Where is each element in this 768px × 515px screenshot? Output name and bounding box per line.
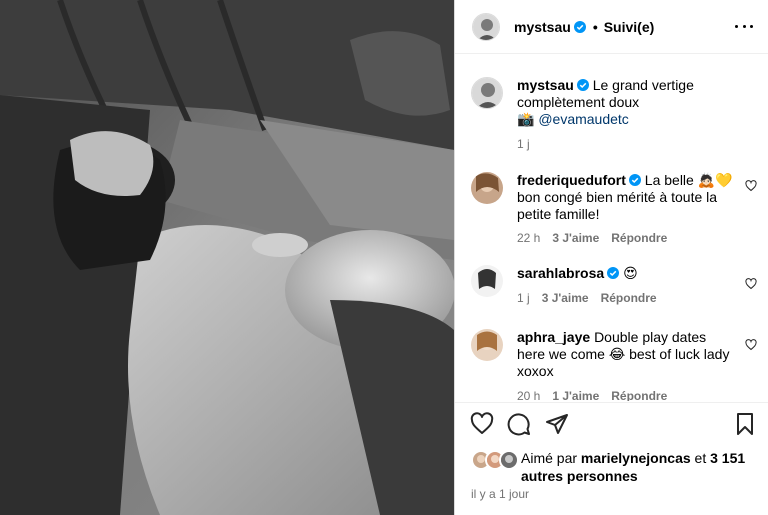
camera-emoji: 📸: [517, 111, 535, 127]
comments-list[interactable]: mystsau Le grand vertige complètement do…: [455, 55, 768, 401]
caption-username[interactable]: mystsau: [517, 77, 574, 93]
caption-text: complètement doux: [517, 94, 640, 110]
comment-heart-icon[interactable]: [745, 339, 757, 351]
post-photo-image: [0, 0, 454, 515]
caption-text: Le grand vertige: [592, 77, 694, 93]
author-username[interactable]: mystsau: [514, 19, 571, 35]
likes-summary: Aimé par marielynejoncas et 3 151 autres…: [471, 449, 761, 485]
verified-badge-icon: [573, 20, 586, 33]
verified-badge-icon: [628, 174, 641, 186]
reply-button[interactable]: Répondre: [601, 291, 657, 305]
reply-button[interactable]: Répondre: [611, 389, 667, 401]
likes-prefix: Aimé par: [521, 450, 578, 466]
liker-username[interactable]: marielynejoncas: [581, 450, 691, 466]
verified-badge-icon: [607, 267, 620, 279]
comment-time[interactable]: 22 h: [517, 231, 540, 245]
author-avatar[interactable]: [471, 77, 503, 109]
commenter-avatar[interactable]: [471, 265, 503, 297]
post-sidebar: mystsau • Suivi(e) mystsau Le grand vert…: [454, 0, 768, 515]
caption-time[interactable]: 1 j: [517, 137, 530, 151]
comment-likes[interactable]: 3 J'aime: [542, 291, 589, 305]
action-bar: [455, 402, 768, 442]
commenter-username[interactable]: aphra_jaye: [517, 329, 590, 345]
reply-button[interactable]: Répondre: [611, 231, 667, 245]
commenter-username[interactable]: frederiquedufort: [517, 172, 626, 188]
author-avatar[interactable]: [472, 12, 500, 41]
liker-avatars[interactable]: [471, 450, 521, 470]
post-header: mystsau • Suivi(e): [455, 0, 768, 54]
comment-heart-icon[interactable]: [745, 278, 757, 290]
post-photo[interactable]: [0, 0, 454, 515]
comment-heart-icon[interactable]: [745, 180, 757, 192]
post-timestamp[interactable]: il y a 1 jour: [471, 487, 529, 501]
comment-text: 😍: [623, 265, 638, 281]
commenter-avatar[interactable]: [471, 329, 503, 361]
commenter-avatar[interactable]: [471, 172, 503, 204]
commenter-username[interactable]: sarahlabrosa: [517, 265, 604, 281]
mention-link[interactable]: @evamaudetc: [538, 111, 628, 127]
liker-avatar: [499, 450, 519, 470]
comment-likes[interactable]: 1 J'aime: [552, 389, 599, 401]
likes-connector: et: [694, 450, 707, 466]
verified-badge-icon: [576, 79, 589, 91]
follow-status-button[interactable]: Suivi(e): [604, 19, 655, 35]
heart-outline-icon[interactable]: [470, 412, 494, 436]
separator-dot: •: [592, 18, 598, 35]
paper-plane-icon[interactable]: [545, 412, 569, 436]
comment-time[interactable]: 20 h: [517, 389, 540, 401]
comment-bubble-icon[interactable]: [507, 412, 531, 436]
more-dots-icon[interactable]: [735, 16, 753, 36]
comment-likes[interactable]: 3 J'aime: [552, 231, 599, 245]
comment-time[interactable]: 1 j: [517, 291, 530, 305]
bookmark-icon[interactable]: [733, 412, 757, 436]
